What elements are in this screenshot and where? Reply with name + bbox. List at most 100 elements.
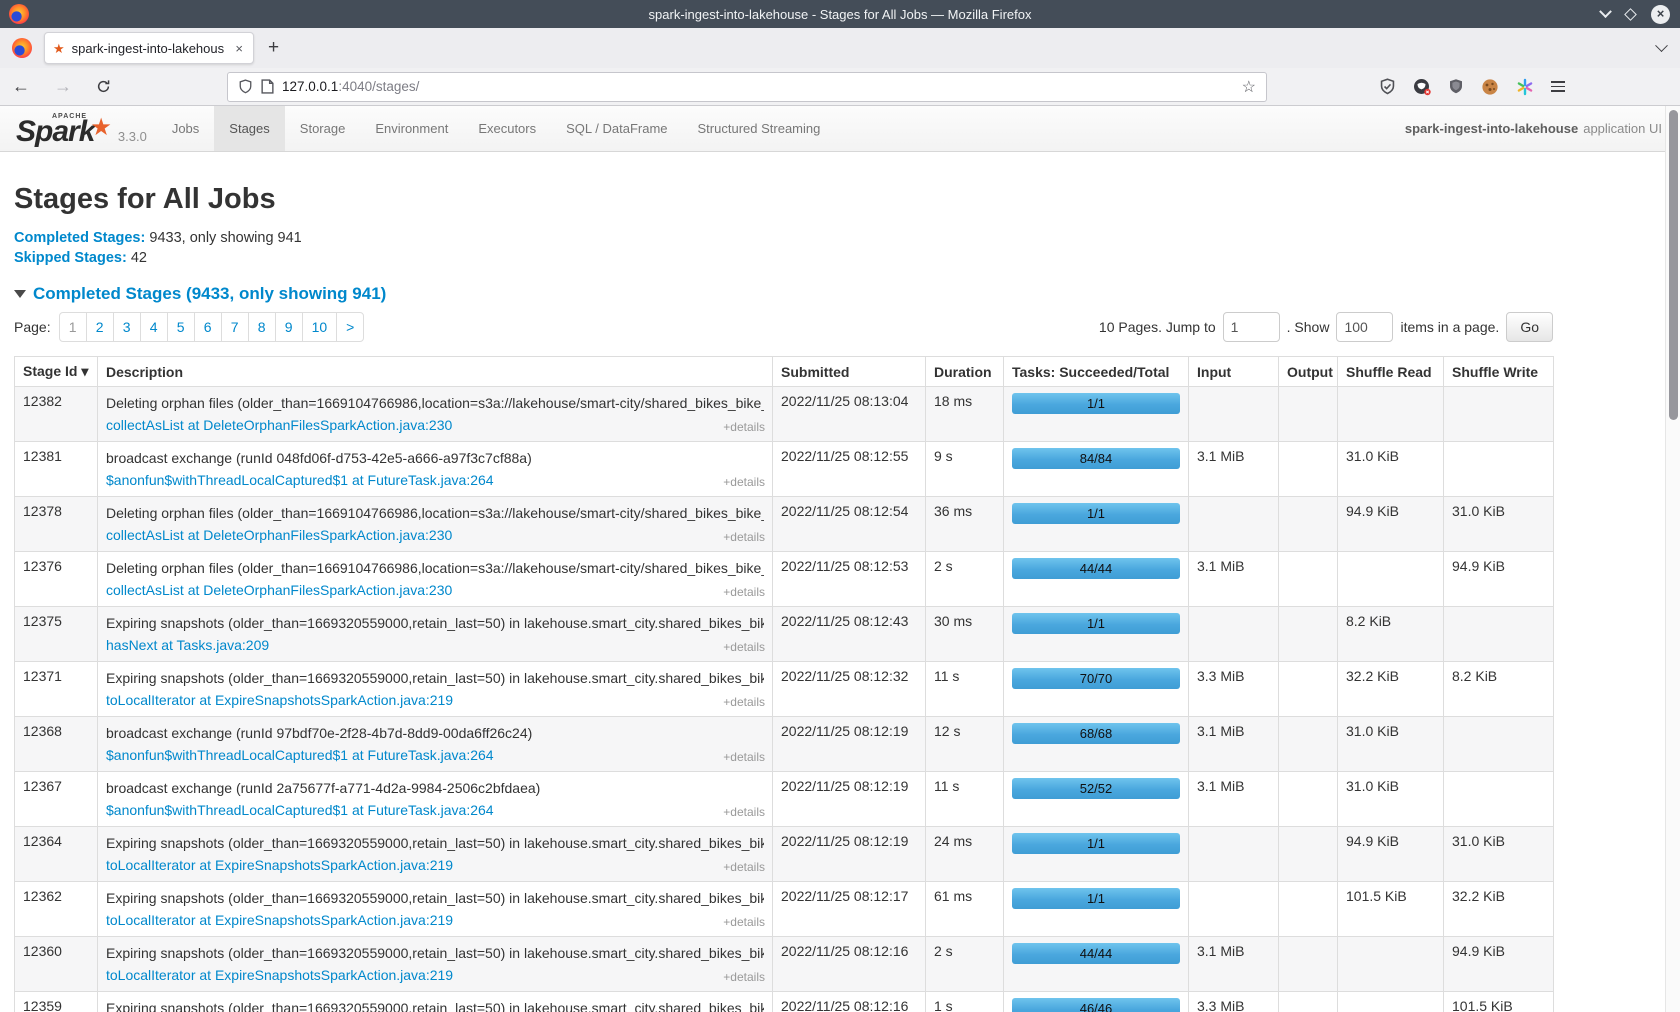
shield-icon[interactable] — [238, 79, 253, 94]
table-row: 12375Expiring snapshots (older_than=1669… — [15, 607, 1554, 662]
menu-hamburger-icon[interactable] — [1551, 79, 1565, 95]
stage-id-cell: 12362 — [15, 882, 98, 937]
browser-tab[interactable]: ★ spark-ingest-into-lakehous × — [44, 32, 254, 64]
description-cell: Expiring snapshots (older_than=166932055… — [98, 937, 773, 992]
page-button-5[interactable]: 5 — [167, 312, 195, 342]
completed-stages-section-toggle[interactable]: Completed Stages (9433, only showing 941… — [14, 284, 1666, 304]
details-toggle[interactable]: +details — [723, 970, 765, 984]
column-header-tasks-succeeded-total[interactable]: Tasks: Succeeded/Total — [1004, 357, 1189, 387]
tasks-cell: 70/70 — [1004, 662, 1189, 717]
url-host: 127.0.0.1 — [282, 79, 338, 94]
details-toggle[interactable]: +details — [723, 530, 765, 544]
input-cell: 3.1 MiB — [1189, 717, 1279, 772]
tasks-cell: 1/1 — [1004, 387, 1189, 442]
shield-check-extension-icon[interactable] — [1379, 78, 1396, 95]
page-button-4[interactable]: 4 — [140, 312, 168, 342]
page-button-6[interactable]: 6 — [194, 312, 222, 342]
column-header-duration[interactable]: Duration — [926, 357, 1004, 387]
nav-item-environment[interactable]: Environment — [360, 106, 463, 151]
go-button[interactable]: Go — [1506, 312, 1553, 342]
duration-cell: 61 ms — [926, 882, 1004, 937]
input-cell: 3.3 MiB — [1189, 662, 1279, 717]
reload-button[interactable] — [84, 79, 123, 94]
tasks-cell: 1/1 — [1004, 497, 1189, 552]
stage-callsite-link[interactable]: $anonfun$withThreadLocalCaptured$1 at Fu… — [106, 800, 494, 820]
column-header-submitted[interactable]: Submitted — [773, 357, 926, 387]
column-header-input[interactable]: Input — [1189, 357, 1279, 387]
stage-callsite-link[interactable]: toLocalIterator at ExpireSnapshotsSparkA… — [106, 965, 453, 985]
page-button-2[interactable]: 2 — [86, 312, 114, 342]
details-toggle[interactable]: +details — [723, 585, 765, 599]
details-toggle[interactable]: +details — [723, 805, 765, 819]
mask-extension-icon[interactable] — [1413, 78, 1431, 96]
stage-callsite-link[interactable]: $anonfun$withThreadLocalCaptured$1 at Fu… — [106, 470, 494, 490]
column-header-shuffle-write[interactable]: Shuffle Write — [1444, 357, 1554, 387]
new-tab-button[interactable]: + — [268, 37, 279, 59]
page-button-10[interactable]: 10 — [302, 312, 338, 342]
back-button[interactable]: ← — [0, 76, 42, 97]
stage-callsite-link[interactable]: toLocalIterator at ExpireSnapshotsSparkA… — [106, 910, 453, 930]
spark-logo[interactable]: APACHE Spark ★ 3.3.0 — [0, 106, 157, 151]
application-name: spark-ingest-into-lakehouse application … — [1405, 106, 1662, 151]
tab-close-icon[interactable]: × — [233, 41, 245, 56]
tasks-cell: 84/84 — [1004, 442, 1189, 497]
spark-favicon-icon: ★ — [53, 42, 65, 55]
nav-item-storage[interactable]: Storage — [285, 106, 361, 151]
details-toggle[interactable]: +details — [723, 860, 765, 874]
window-close-icon[interactable]: × — [1651, 5, 1670, 24]
ublock-shield-extension-icon[interactable] — [1448, 78, 1464, 95]
window-minimize-icon[interactable] — [1599, 5, 1612, 18]
shuffle-read-cell: 94.9 KiB — [1338, 497, 1444, 552]
nav-item-sql-dataframe[interactable]: SQL / DataFrame — [551, 106, 682, 151]
page-info-icon[interactable] — [261, 79, 274, 94]
stage-callsite-link[interactable]: collectAsList at DeleteOrphanFilesSparkA… — [106, 580, 452, 600]
table-row: 12364Expiring snapshots (older_than=1669… — [15, 827, 1554, 882]
bookmark-star-icon[interactable]: ☆ — [1242, 77, 1256, 97]
tab-list-chevron-icon[interactable] — [1655, 39, 1668, 52]
stage-callsite-link[interactable]: toLocalIterator at ExpireSnapshotsSparkA… — [106, 690, 453, 710]
tasks-cell: 1/1 — [1004, 827, 1189, 882]
nav-item-stages[interactable]: Stages — [214, 106, 284, 151]
details-toggle[interactable]: +details — [723, 640, 765, 654]
url-bar[interactable]: 127.0.0.1:4040/stages/ ☆ — [227, 72, 1267, 102]
stage-callsite-link[interactable]: hasNext at Tasks.java:209 — [106, 635, 269, 655]
page-button-3[interactable]: 3 — [113, 312, 141, 342]
page-button-7[interactable]: 7 — [221, 312, 249, 342]
pages-info-text: 10 Pages. Jump to — [1099, 319, 1216, 335]
forward-button[interactable]: → — [42, 76, 84, 97]
page-button-8[interactable]: 8 — [248, 312, 276, 342]
page-button-1[interactable]: 1 — [59, 312, 87, 342]
stage-id-cell: 12364 — [15, 827, 98, 882]
details-toggle[interactable]: +details — [723, 475, 765, 489]
column-header-shuffle-read[interactable]: Shuffle Read — [1338, 357, 1444, 387]
details-toggle[interactable]: +details — [723, 915, 765, 929]
pinwheel-extension-icon[interactable] — [1516, 78, 1534, 96]
cookie-extension-icon[interactable] — [1481, 78, 1499, 96]
column-header-description[interactable]: Description — [98, 357, 773, 387]
stage-callsite-link[interactable]: toLocalIterator at ExpireSnapshotsSparkA… — [106, 855, 453, 875]
tasks-progress-bar: 70/70 — [1012, 668, 1180, 689]
jump-to-page-input[interactable] — [1223, 312, 1280, 342]
nav-item-structured-streaming[interactable]: Structured Streaming — [683, 106, 836, 151]
tab-bar: ★ spark-ingest-into-lakehous × + — [0, 28, 1680, 68]
window-maximize-icon[interactable] — [1624, 8, 1637, 21]
column-header-stage-id[interactable]: Stage Id ▾ — [15, 357, 98, 387]
stage-callsite-link[interactable]: collectAsList at DeleteOrphanFilesSparkA… — [106, 415, 452, 435]
nav-item-jobs[interactable]: Jobs — [157, 106, 214, 151]
firefox-view-icon[interactable] — [12, 38, 32, 58]
next-page-button[interactable]: > — [336, 312, 364, 342]
column-header-output[interactable]: Output — [1279, 357, 1338, 387]
details-toggle[interactable]: +details — [723, 695, 765, 709]
scrollbar-thumb[interactable] — [1669, 110, 1678, 420]
tasks-progress-bar: 84/84 — [1012, 448, 1180, 469]
page-button-9[interactable]: 9 — [275, 312, 303, 342]
nav-item-executors[interactable]: Executors — [463, 106, 551, 151]
stage-description: Expiring snapshots (older_than=166932055… — [106, 888, 764, 908]
stage-callsite-link[interactable]: collectAsList at DeleteOrphanFilesSparkA… — [106, 525, 452, 545]
submitted-cell: 2022/11/25 08:12:54 — [773, 497, 926, 552]
details-toggle[interactable]: +details — [723, 750, 765, 764]
stage-callsite-link[interactable]: $anonfun$withThreadLocalCaptured$1 at Fu… — [106, 745, 494, 765]
scrollbar-track[interactable] — [1665, 106, 1680, 1012]
items-per-page-input[interactable] — [1336, 312, 1393, 342]
details-toggle[interactable]: +details — [723, 420, 765, 434]
